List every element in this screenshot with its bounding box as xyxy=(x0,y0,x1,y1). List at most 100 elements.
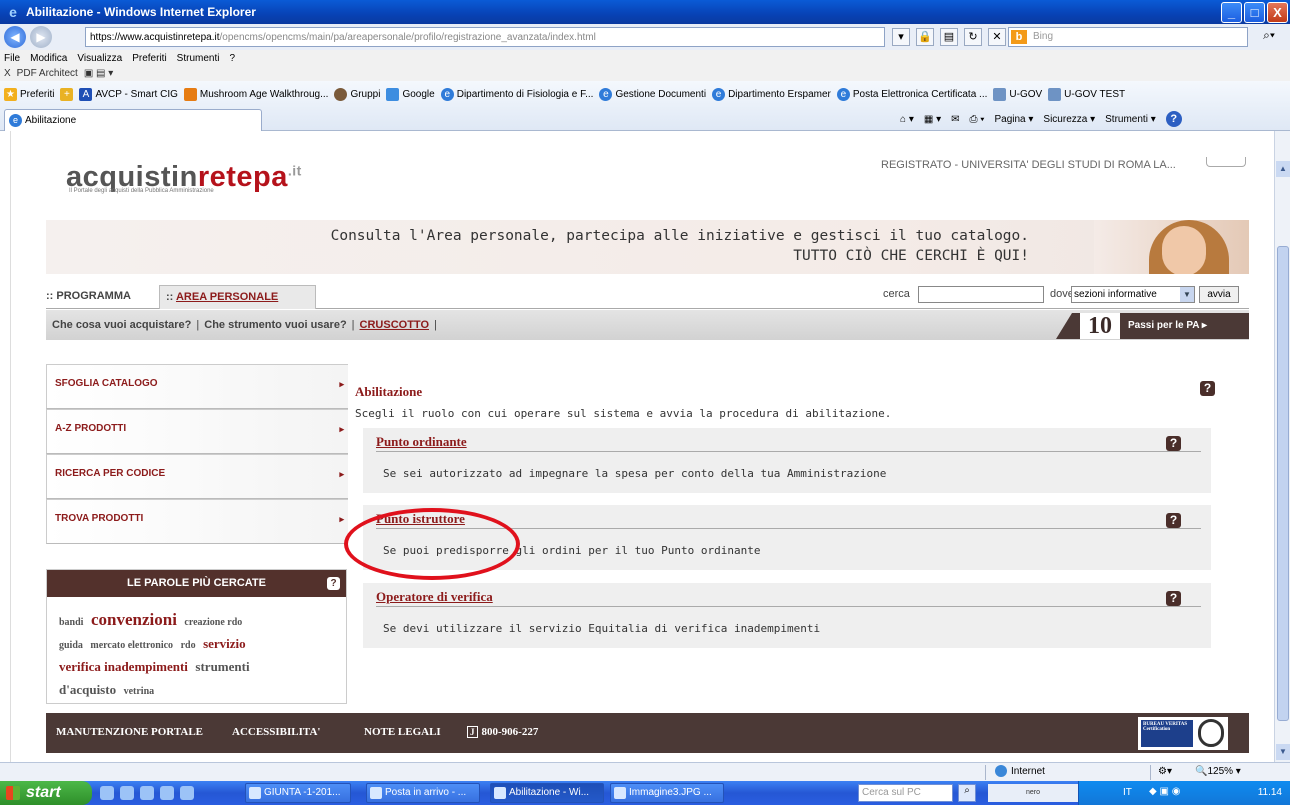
url-input[interactable]: https://www.acquistinretepa.it/opencms/o… xyxy=(85,27,885,47)
favorite-item[interactable]: e Dipartimento di Fisiologia e F... xyxy=(440,87,593,101)
menu-item-edit[interactable]: Modifica xyxy=(30,53,67,64)
close-button[interactable]: X xyxy=(1267,1,1288,23)
print-icon[interactable]: ⎙ ▾ xyxy=(969,114,984,125)
page-menu[interactable]: Pagina ▾ xyxy=(994,114,1033,125)
tag-link[interactable]: bandi xyxy=(59,617,83,628)
help-icon[interactable]: ? xyxy=(1200,381,1215,396)
role-link-verifica[interactable]: Operatore di verifica xyxy=(376,589,493,605)
quicklaunch-icon[interactable] xyxy=(120,786,134,800)
help-icon[interactable]: ? xyxy=(1165,111,1182,127)
security-menu[interactable]: Sicurezza ▾ xyxy=(1043,114,1095,125)
search-box[interactable]: b Bing xyxy=(1008,27,1248,47)
nero-toolbar[interactable]: nero xyxy=(988,784,1078,802)
zoom-level[interactable]: 🔍125% ▾ xyxy=(1195,766,1241,777)
subnav-link-acquistare[interactable]: Che cosa vuoi acquistare? xyxy=(52,319,191,331)
tag-link[interactable]: verifica inadempimenti xyxy=(59,659,188,674)
left-menu-trova[interactable]: TROVA PRODOTTI ▸ xyxy=(46,499,348,544)
tag-link[interactable]: rdo xyxy=(181,640,196,651)
tag-link[interactable]: mercato elettronico xyxy=(90,640,173,651)
subnav-link-cruscotto[interactable]: CRUSCOTTO xyxy=(360,319,429,331)
tab-area-personale[interactable]: :: AREA PERSONALE xyxy=(159,285,316,309)
favorite-item[interactable]: e Posta Elettronica Certificata ... xyxy=(836,87,987,101)
compat-view-icon[interactable]: ▤ xyxy=(940,28,958,46)
tag-link[interactable]: d'acquisto xyxy=(59,682,116,697)
taskbar-button[interactable]: Abilitazione - Wi... xyxy=(490,783,604,803)
dove-select[interactable]: sezioni informative ▼ xyxy=(1071,286,1195,303)
favorite-item[interactable]: Google xyxy=(386,87,435,101)
url-scheme: https:// xyxy=(90,31,121,43)
favorite-item[interactable]: e Gestione Documenti xyxy=(599,87,706,101)
browser-tab[interactable]: e Abilitazione xyxy=(4,109,262,131)
search-icon[interactable]: ⌕▾ xyxy=(1254,28,1284,46)
quicklaunch-icon[interactable] xyxy=(100,786,114,800)
tag-link[interactable]: guida xyxy=(59,640,83,651)
subnav-link-strumento[interactable]: Che strumento vuoi usare? xyxy=(204,319,346,331)
quicklaunch-icon[interactable] xyxy=(160,786,174,800)
vertical-scrollbar[interactable]: ▲ ▼ xyxy=(1274,131,1290,762)
menu-item-view[interactable]: Visualizza xyxy=(77,53,122,64)
tab-programma[interactable]: :: PROGRAMMA xyxy=(46,290,131,302)
left-menu-ricerca[interactable]: RICERCA PER CODICE ▸ xyxy=(46,454,348,499)
menu-item-tools[interactable]: Strumenti xyxy=(177,53,220,64)
tag-link[interactable]: strumenti xyxy=(195,659,249,674)
avvia-button[interactable]: avvia xyxy=(1199,286,1239,303)
passi-pa-link[interactable]: 10 Passi per le PA ▸ xyxy=(1056,313,1249,339)
mail-icon[interactable]: ✉ xyxy=(951,114,959,125)
scroll-down-icon[interactable]: ▼ xyxy=(1276,744,1290,760)
menu-item-help[interactable]: ? xyxy=(229,53,235,64)
tag-link[interactable]: vetrina xyxy=(124,686,155,697)
menu-item-favorites[interactable]: Preferiti xyxy=(132,53,166,64)
favorite-item[interactable]: U-GOV xyxy=(993,87,1042,101)
favorite-item[interactable]: U-GOV TEST xyxy=(1048,87,1125,101)
tag-link[interactable]: creazione rdo xyxy=(184,617,242,628)
lock-icon[interactable]: 🔒 xyxy=(916,28,934,46)
help-icon[interactable]: ? xyxy=(1166,513,1181,528)
language-indicator[interactable]: IT xyxy=(1123,787,1132,798)
favorite-item[interactable]: A AVCP - Smart CIG xyxy=(79,87,178,101)
footer-link-note-legali[interactable]: NOTE LEGALI xyxy=(364,726,441,738)
refresh-icon[interactable]: ↻ xyxy=(964,28,982,46)
pdf-tools-icon[interactable]: ▣ ▤ ▾ xyxy=(84,68,113,79)
pdf-bar-close[interactable]: X xyxy=(4,68,11,79)
scroll-thumb[interactable] xyxy=(1277,246,1289,721)
tag-link[interactable]: servizio xyxy=(203,636,246,651)
forward-button[interactable]: ▶ xyxy=(30,26,52,48)
protected-mode-icon[interactable]: ⚙▾ xyxy=(1158,766,1172,777)
favorite-item[interactable]: e Dipartimento Erspamer xyxy=(712,87,831,101)
taskbar-button[interactable]: Posta in arrivo - ... xyxy=(366,783,480,803)
help-icon[interactable]: ? xyxy=(327,577,340,590)
start-button[interactable]: start xyxy=(0,781,92,805)
ie-page-icon: e xyxy=(9,114,22,127)
role-link-ordinante[interactable]: Punto ordinante xyxy=(376,434,467,450)
scroll-up-icon[interactable]: ▲ xyxy=(1276,161,1290,177)
favorite-item[interactable]: Gruppi xyxy=(334,87,380,101)
footer-link-manutenzione[interactable]: MANUTENZIONE PORTALE xyxy=(56,726,203,738)
quicklaunch-icon[interactable] xyxy=(180,786,194,800)
maximize-button[interactable]: □ xyxy=(1244,1,1265,23)
tray-icons[interactable]: ◆ ▣ ◉ xyxy=(1149,786,1180,797)
tools-menu[interactable]: Strumenti ▾ xyxy=(1105,114,1156,125)
footer-link-accessibilita[interactable]: ACCESSIBILITA' xyxy=(232,726,320,738)
minimize-button[interactable]: _ xyxy=(1221,1,1242,23)
stop-icon[interactable]: ✕ xyxy=(988,28,1006,46)
desktop-search-input[interactable]: Cerca sul PC xyxy=(858,784,953,802)
help-icon[interactable]: ? xyxy=(1166,591,1181,606)
favorites-button[interactable]: ★ Preferiti xyxy=(4,87,54,101)
back-button[interactable]: ◀ xyxy=(4,26,26,48)
menu-item-file[interactable]: File xyxy=(4,53,20,64)
left-menu-sfoglia[interactable]: SFOGLIA CATALOGO ▸ xyxy=(46,364,348,409)
quicklaunch-icon[interactable] xyxy=(140,786,154,800)
taskbar-button[interactable]: GIUNTA -1-201... xyxy=(245,783,351,803)
taskbar-button[interactable]: Immagine3.JPG ... xyxy=(610,783,724,803)
add-favorite-icon[interactable]: + xyxy=(60,87,74,101)
home-icon[interactable]: ⌂ ▾ xyxy=(900,114,914,125)
search-icon[interactable]: ⌕ xyxy=(958,784,976,802)
tag-link[interactable]: convenzioni xyxy=(91,610,177,629)
left-menu-az[interactable]: A-Z PRODOTTI ▸ xyxy=(46,409,348,454)
help-icon[interactable]: ? xyxy=(1166,436,1181,451)
feeds-icon[interactable]: ▦ ▾ xyxy=(924,114,941,125)
dropdown-icon[interactable]: ▾ xyxy=(892,28,910,46)
favorite-item[interactable]: Mushroom Age Walkthroug... xyxy=(183,87,328,101)
site-search-input[interactable] xyxy=(918,286,1044,303)
user-menu-tab[interactable] xyxy=(1206,157,1246,167)
